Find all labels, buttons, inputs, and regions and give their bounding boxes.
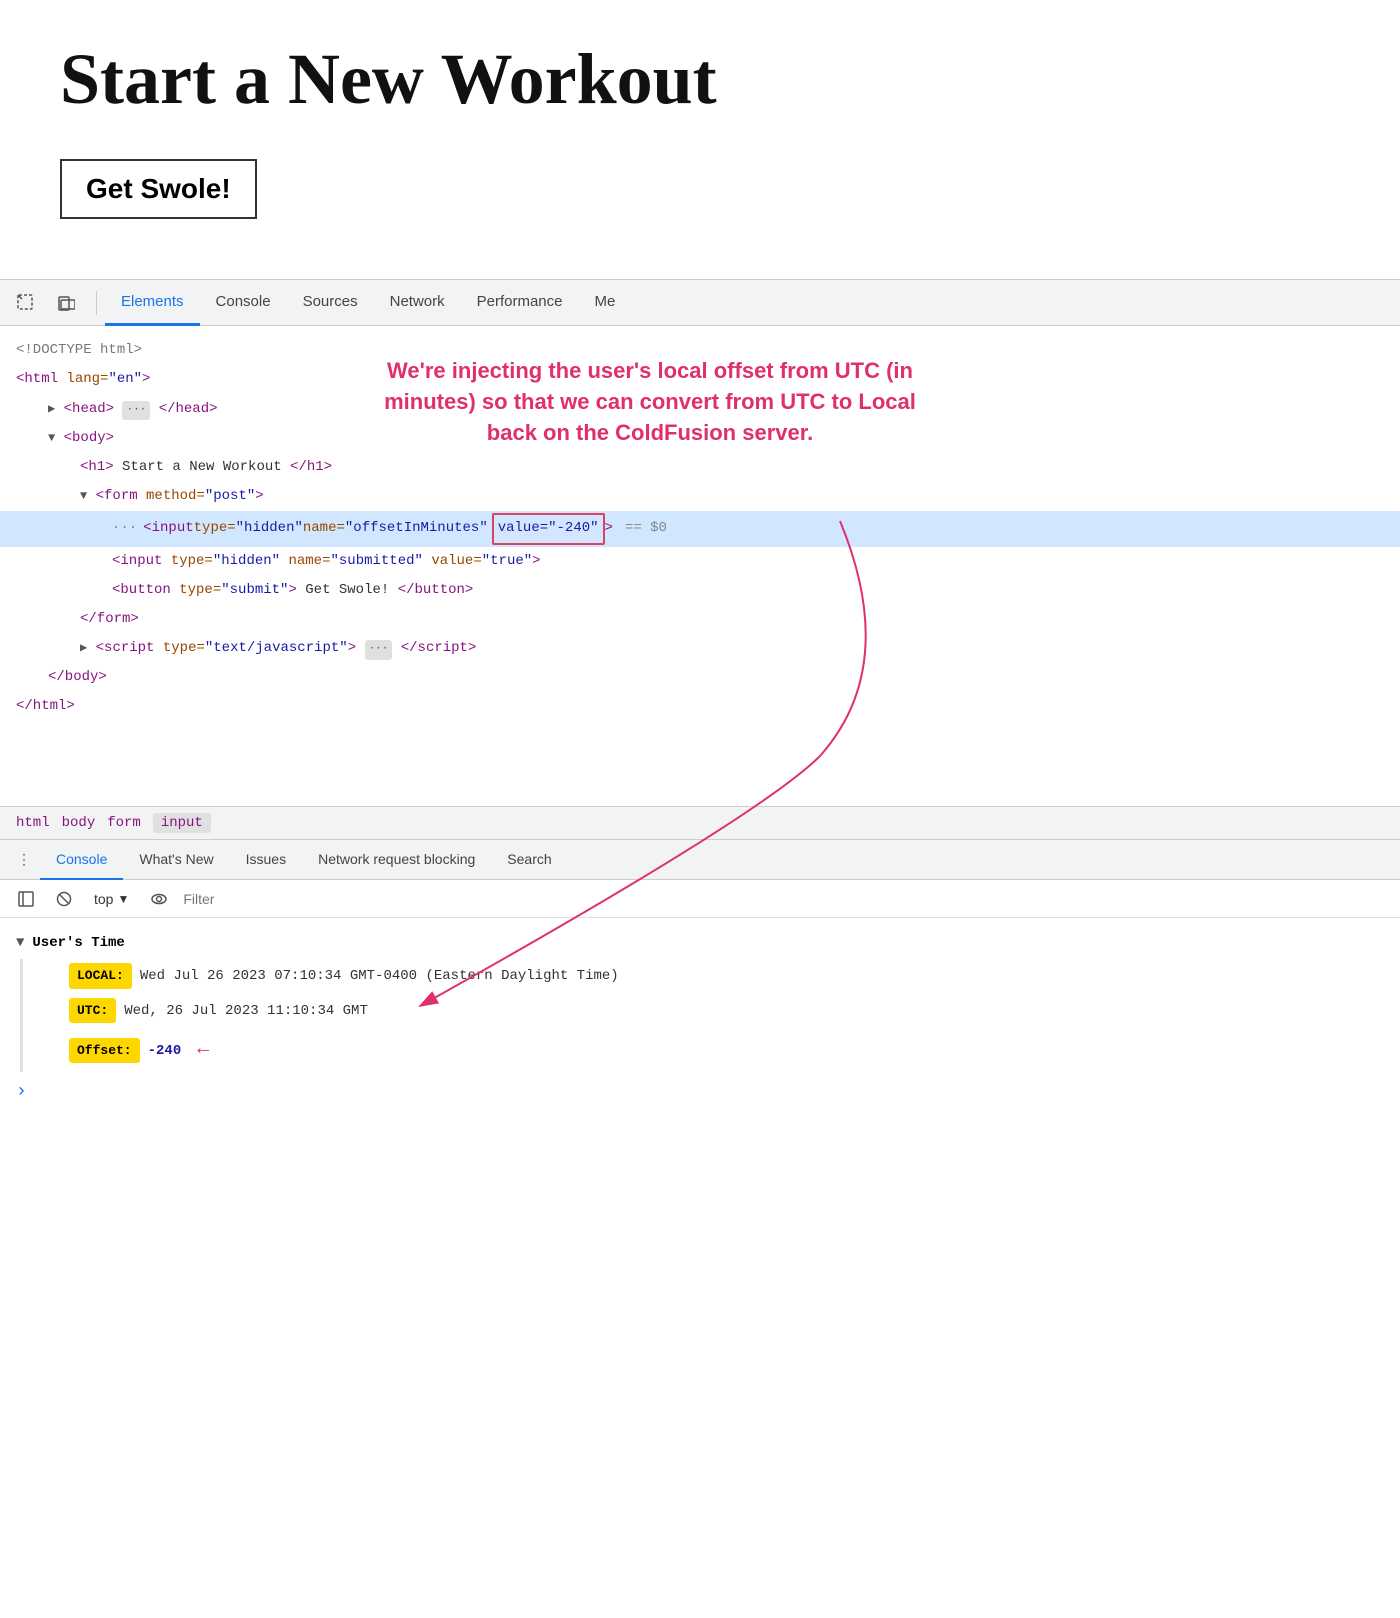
inspect-element-icon[interactable]: [8, 285, 44, 321]
dom-form[interactable]: ▼ <form method="post">: [0, 482, 1400, 511]
eye-icon[interactable]: [145, 885, 173, 913]
console-output: ▼ User's Time LOCAL: Wed Jul 26 2023 07:…: [0, 918, 1400, 1122]
value-attribute-box: value="-240": [492, 513, 605, 544]
breadcrumb-body[interactable]: body: [62, 815, 96, 831]
dom-input-submitted[interactable]: <input type="hidden" name="submitted" va…: [0, 547, 1400, 576]
tab-elements[interactable]: Elements: [105, 280, 200, 326]
sidebar-toggle-button[interactable]: [12, 885, 40, 913]
breadcrumb-html[interactable]: html: [16, 815, 50, 831]
console-tab-search[interactable]: Search: [491, 840, 567, 880]
dom-button[interactable]: <button type="submit"> Get Swole! </butt…: [0, 576, 1400, 605]
console-tab-console[interactable]: Console: [40, 840, 123, 880]
page-content: Start a New Workout Get Swole!: [0, 0, 1400, 279]
page-title: Start a New Workout: [60, 40, 1340, 119]
tab-console[interactable]: Console: [200, 280, 287, 326]
console-row-offset: Offset: -240 ←: [53, 1028, 1400, 1072]
breadcrumb-input[interactable]: input: [153, 813, 211, 833]
devtools-tabs-bar: Elements Console Sources Network Perform…: [0, 280, 1400, 326]
context-selector[interactable]: top ▼: [88, 889, 135, 909]
utc-badge: UTC:: [69, 998, 116, 1023]
console-toolbar: top ▼: [0, 880, 1400, 918]
clear-console-button[interactable]: [50, 885, 78, 913]
triangle-icon: ▼: [16, 931, 24, 956]
breadcrumb-bar: html body form input: [0, 806, 1400, 840]
prompt-arrow-icon: ›: [16, 1076, 27, 1108]
tab-network[interactable]: Network: [374, 280, 461, 326]
console-menu-icon[interactable]: ⋮: [8, 844, 40, 876]
console-tab-issues[interactable]: Issues: [230, 840, 302, 880]
dom-script[interactable]: ▶ <script type="text/javascript"> ··· </…: [0, 634, 1400, 663]
offset-value: -240: [148, 1039, 182, 1064]
utc-value: Wed, 26 Jul 2023 11:10:34 GMT: [124, 999, 368, 1024]
tab-sources[interactable]: Sources: [287, 280, 374, 326]
console-prompt[interactable]: ›: [0, 1072, 1400, 1112]
console-row-utc: UTC: Wed, 26 Jul 2023 11:10:34 GMT: [53, 994, 1400, 1028]
offset-badge: Offset:: [69, 1038, 140, 1063]
dom-head[interactable]: ▶ <head> ··· </head>: [0, 395, 1400, 424]
device-toolbar-icon[interactable]: [48, 285, 84, 321]
tab-more[interactable]: Me: [579, 280, 632, 326]
dom-input-offset[interactable]: ··· <input type="hidden" name="offsetInM…: [0, 511, 1400, 546]
dom-body-close: </body>: [0, 663, 1400, 692]
dom-html[interactable]: <html lang="en">: [0, 365, 1400, 394]
console-group-content: LOCAL: Wed Jul 26 2023 07:10:34 GMT-0400…: [20, 959, 1400, 1071]
console-tab-network-blocking[interactable]: Network request blocking: [302, 840, 491, 880]
console-tab-whatsnew[interactable]: What's New: [123, 840, 229, 880]
console-filter-input[interactable]: [183, 891, 1388, 907]
dom-html-close: </html>: [0, 692, 1400, 721]
dom-tree-container: <!DOCTYPE html> <html lang="en"> ▶ <head…: [0, 326, 1400, 806]
get-swole-button[interactable]: Get Swole!: [60, 159, 257, 219]
dom-form-close[interactable]: </form>: [0, 605, 1400, 634]
console-row-local: LOCAL: Wed Jul 26 2023 07:10:34 GMT-0400…: [53, 959, 1400, 993]
left-arrow-icon: ←: [197, 1032, 209, 1068]
local-badge: LOCAL:: [69, 963, 132, 988]
dom-doctype: <!DOCTYPE html>: [0, 336, 1400, 365]
local-value: Wed Jul 26 2023 07:10:34 GMT-0400 (Easte…: [140, 964, 619, 989]
tab-separator: [96, 291, 97, 315]
breadcrumb-form[interactable]: form: [107, 815, 141, 831]
devtools-panel: Elements Console Sources Network Perform…: [0, 279, 1400, 1122]
dom-tree: <!DOCTYPE html> <html lang="en"> ▶ <head…: [0, 326, 1400, 731]
console-group-header[interactable]: ▼ User's Time: [0, 928, 1400, 959]
tab-performance[interactable]: Performance: [461, 280, 579, 326]
elements-panel: <!DOCTYPE html> <html lang="en"> ▶ <head…: [0, 326, 1400, 806]
chevron-down-icon: ▼: [117, 892, 129, 906]
dom-h1[interactable]: <h1> Start a New Workout </h1>: [0, 453, 1400, 482]
console-tabs-bar: ⋮ Console What's New Issues Network requ…: [0, 840, 1400, 880]
dom-body[interactable]: ▼ <body>: [0, 424, 1400, 453]
